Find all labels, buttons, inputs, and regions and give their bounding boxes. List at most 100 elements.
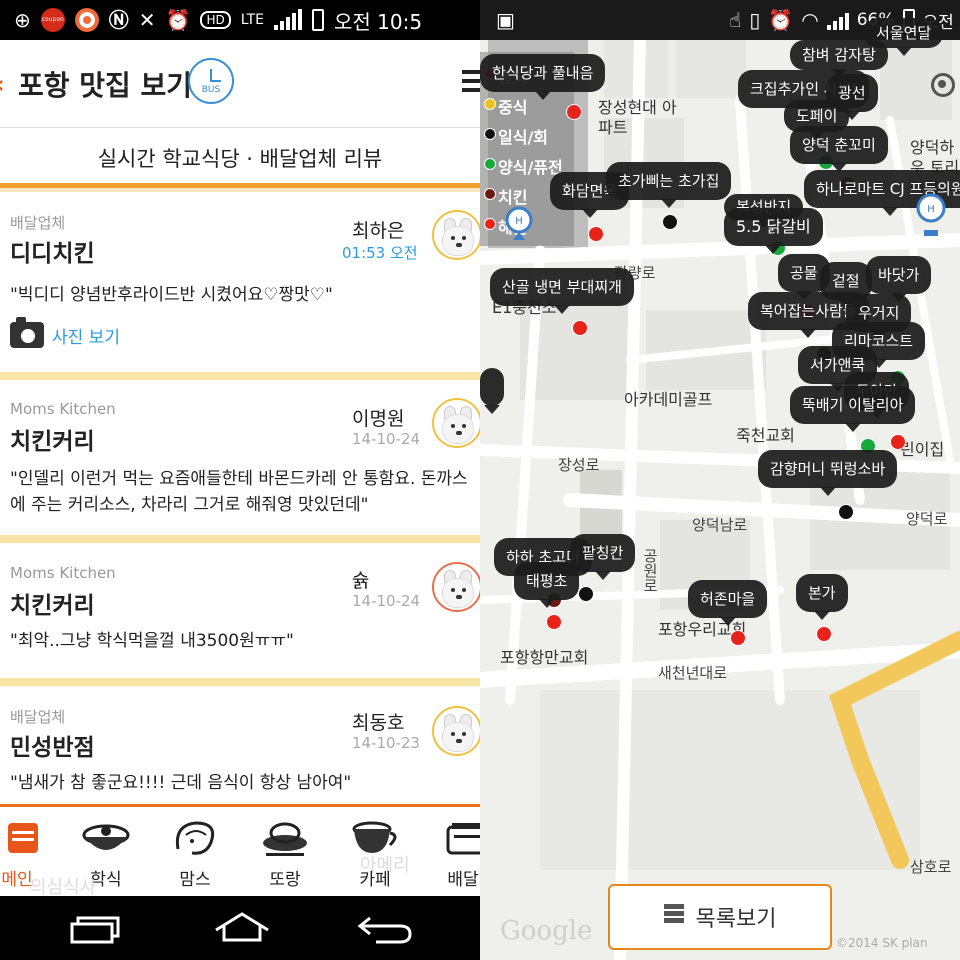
rice-bowl-icon bbox=[82, 824, 130, 850]
back-icon[interactable] bbox=[356, 910, 416, 946]
map-marker-icon[interactable]: H bbox=[914, 192, 948, 244]
photo-view-link[interactable]: 사진 보기 bbox=[10, 317, 120, 348]
map-road-label: 새천년대로 bbox=[658, 664, 728, 682]
back-chevron-icon[interactable]: ‹ bbox=[0, 70, 5, 100]
restaurant-bubble[interactable]: 본가 bbox=[796, 574, 848, 620]
map-place-label: 아카데미골프 bbox=[624, 390, 713, 409]
review-user-name: 이명원 bbox=[352, 408, 405, 430]
nav-label: 메인 bbox=[1, 870, 33, 890]
map-pin[interactable] bbox=[662, 214, 678, 230]
right-map-screen: ▣ ☝ ▯ ⏰ ◠ 66% 오전 1 한식 중식 일식/회 양식/퓨전 치킨 해… bbox=[480, 0, 960, 960]
restaurant-bubble[interactable]: 서울연달 bbox=[864, 18, 944, 56]
legend-item[interactable]: 일식/회 bbox=[484, 124, 548, 148]
nav-label: 배달 bbox=[447, 870, 479, 890]
nav-label: 또랑 bbox=[269, 870, 301, 890]
review-store-name: 디디치킨 bbox=[10, 241, 95, 267]
touch-icon: ☝ bbox=[729, 8, 742, 32]
mute-icon: ✕ bbox=[138, 8, 156, 32]
hamburger-menu-icon[interactable] bbox=[462, 70, 480, 97]
list-icon bbox=[663, 904, 684, 930]
restaurant-bubble[interactable]: 감향머니 뛰렁소바 bbox=[758, 450, 898, 496]
plus-icon: ⊕ bbox=[14, 8, 31, 32]
record-icon bbox=[74, 8, 99, 32]
legend-item[interactable]: 치킨 bbox=[484, 184, 527, 208]
left-app-screen: ⊕ coupon Ⓝ ✕ ⏰ HD LTE 오전 10:5 ‹ 포항 맛집 보기… bbox=[0, 0, 480, 960]
nav-main[interactable]: 메인 bbox=[0, 807, 62, 899]
map-pin[interactable] bbox=[730, 630, 746, 646]
avatar bbox=[432, 706, 480, 756]
restaurant-bubble[interactable]: 팥칭칸 bbox=[570, 534, 636, 580]
list-view-button[interactable]: 목록보기 bbox=[608, 884, 832, 950]
nav-hakshik[interactable]: 학식 bbox=[61, 807, 151, 899]
map-pin[interactable] bbox=[588, 226, 604, 242]
bottom-nav: 의심식사 아메리 메인 학식 맘스 또랑 카페 배달 bbox=[0, 804, 480, 899]
svg-text:H: H bbox=[515, 216, 523, 227]
review-text: "최악..그냥 학식먹을껄 내3500원ㅠㅠ" bbox=[10, 631, 294, 651]
restaurant-bubble[interactable]: 뚝배기 이탈리아 bbox=[790, 386, 916, 432]
nav-label: 맘스 bbox=[179, 870, 211, 890]
wifi-icon: ◠ bbox=[801, 8, 819, 32]
hd-icon: HD bbox=[200, 11, 231, 29]
map-pin[interactable] bbox=[838, 504, 854, 520]
map-pin[interactable] bbox=[816, 626, 832, 642]
alarm-icon: ⏰ bbox=[165, 8, 191, 32]
recent-apps-icon[interactable] bbox=[68, 916, 124, 944]
coupon-badge-icon: coupon bbox=[40, 8, 65, 32]
review-text: "냄새가 참 좋군요!!!! 근데 음식이 항상 남아여" bbox=[10, 773, 352, 793]
nav-moms[interactable]: 맘스 bbox=[150, 807, 240, 899]
legend-item[interactable]: 양식/퓨전 bbox=[484, 154, 563, 178]
mom-face-icon bbox=[175, 821, 215, 855]
review-time: 01:53 오전 bbox=[342, 244, 418, 262]
avatar bbox=[432, 398, 480, 448]
restaurant-bubble[interactable]: 허존마을 bbox=[688, 580, 768, 626]
home-icon[interactable] bbox=[212, 910, 272, 946]
delivery-box-icon bbox=[446, 823, 480, 855]
map-pin[interactable] bbox=[578, 586, 594, 602]
review-store-name: 치킨커리 bbox=[10, 429, 95, 455]
nav-cafe[interactable]: 카페 bbox=[330, 807, 420, 899]
map-road-label: 장성로 bbox=[558, 456, 600, 474]
map-road-label: 공원로 bbox=[641, 548, 659, 593]
coffee-cup-icon bbox=[352, 821, 397, 853]
list-view-label: 목록보기 bbox=[695, 907, 777, 932]
bus-clock-icon[interactable]: BUS bbox=[188, 58, 234, 104]
restaurant-bubble[interactable]: 산골 냉면 부대찌개 bbox=[490, 268, 634, 314]
phone-rotate-icon: ▯ bbox=[749, 8, 761, 32]
nav-ttorang[interactable]: 또랑 bbox=[240, 807, 330, 899]
review-time: 14-10-24 bbox=[352, 430, 421, 448]
restaurant-bubble[interactable]: 초가삐는 초가집 bbox=[606, 162, 732, 208]
nav-label: 학식 bbox=[90, 870, 122, 890]
gallery-icon: ▣ bbox=[496, 8, 515, 32]
avatar bbox=[432, 562, 480, 612]
map-pin[interactable] bbox=[890, 434, 906, 450]
restaurant-bubble[interactable]: 한식당과 풀내음 bbox=[480, 54, 606, 100]
restaurant-bubble[interactable]: 태평초 bbox=[514, 562, 580, 608]
review-store-name: 치킨커리 bbox=[10, 593, 95, 619]
location-target-icon[interactable] bbox=[924, 66, 960, 102]
alarm-icon: ⏰ bbox=[768, 8, 794, 32]
divider bbox=[0, 678, 480, 686]
camera-icon bbox=[10, 317, 44, 348]
map-copyright: ©2014 SK plan bbox=[836, 936, 928, 950]
legend-item[interactable]: 중식 bbox=[484, 94, 527, 118]
restaurant-bubble[interactable] bbox=[480, 368, 504, 414]
restaurant-bubble[interactable]: 양덕 춘꼬미 bbox=[790, 126, 888, 172]
review-store-type: 배달업체 bbox=[10, 214, 66, 232]
map-pin[interactable] bbox=[572, 320, 588, 336]
legend-label: 양식/퓨전 bbox=[498, 158, 563, 177]
review-store-type: Moms Kitchen bbox=[10, 564, 116, 582]
review-user-name: 최동호 bbox=[352, 712, 405, 734]
map-road-label: 양덕로 bbox=[906, 510, 948, 528]
status-bar-left: ⊕ coupon Ⓝ ✕ ⏰ HD LTE 오전 10:5 bbox=[0, 0, 480, 40]
battery-icon bbox=[311, 9, 324, 31]
map-pin[interactable] bbox=[546, 614, 562, 630]
nav-delivery[interactable]: 배달 bbox=[418, 807, 480, 899]
restaurant-bubble[interactable]: 5.5 닭갈비 bbox=[724, 208, 823, 254]
restaurant-bubble[interactable]: 바닷가 bbox=[866, 256, 932, 302]
review-store-name: 민성반점 bbox=[10, 735, 95, 761]
map-marker-icon[interactable]: H bbox=[502, 206, 536, 246]
nfc-icon: Ⓝ bbox=[108, 8, 129, 32]
signal-icon bbox=[273, 9, 302, 30]
map-pin[interactable] bbox=[566, 104, 582, 120]
map-place-label: 장성현대 아파트 bbox=[598, 98, 677, 137]
